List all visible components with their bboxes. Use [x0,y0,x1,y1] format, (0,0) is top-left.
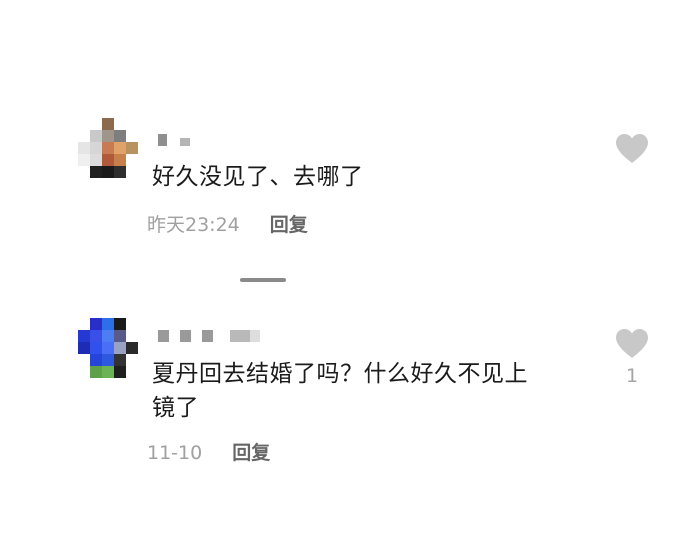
comment-text: 好久没见了、去哪了 [152,164,364,190]
avatar[interactable] [78,318,138,378]
reply-button[interactable]: 回复 [270,214,308,236]
comment-meta: 昨天23:24 回复 [147,213,308,237]
heart-icon [616,134,648,163]
heart-icon [616,329,648,358]
like-button[interactable] [614,133,650,164]
comment-text-line: 镜了 [152,395,199,421]
username-masked[interactable] [158,134,198,148]
reply-button[interactable]: 回复 [232,442,270,464]
comment-time: 11-10 [147,442,203,464]
comment-text: 夏丹回去结婚了吗？什么好久不见上 镜了 [152,357,528,425]
avatar[interactable] [78,118,138,178]
comments-page: 好久没见了、去哪了 昨天23:24 回复 夏丹回去结婚了吗？什么好久不见上 镜了… [0,0,700,545]
divider [240,278,286,282]
username-masked[interactable] [158,330,268,344]
comment-time: 昨天23:24 [147,214,240,236]
like-count: 1 [625,365,639,387]
comment-meta: 11-10 回复 [147,441,270,465]
comment-text-line: 夏丹回去结婚了吗？什么好久不见上 [152,361,528,387]
like-button[interactable]: 1 [614,328,650,387]
